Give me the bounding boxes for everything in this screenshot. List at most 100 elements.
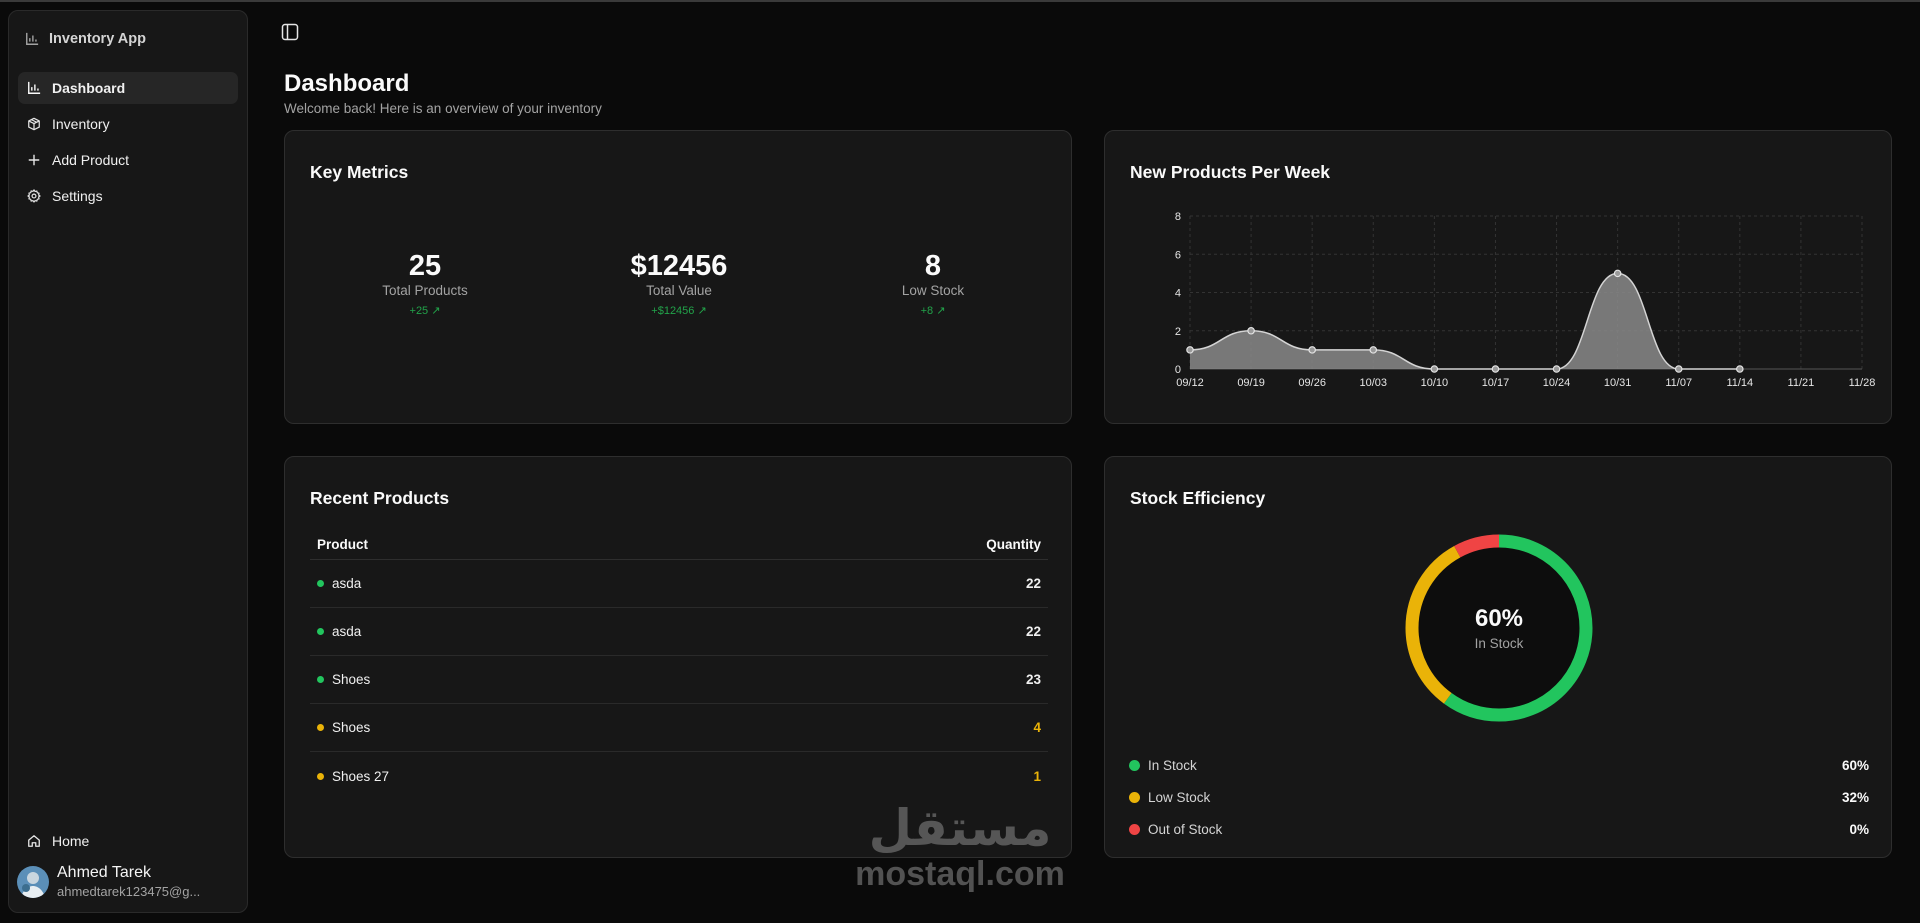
status-dot [317,676,324,683]
table-header: Product Quantity [310,530,1048,560]
watermark-latin: mostaql.com [855,855,1065,893]
x-tick-label: 09/12 [1176,377,1204,389]
data-point [1491,365,1500,373]
y-tick-label: 6 [1175,249,1181,261]
metric-label: Low Stock [901,283,965,298]
y-tick-label: 8 [1175,211,1181,223]
sidebar-item-home[interactable]: Home [18,825,238,857]
status-dot [317,628,324,635]
trend-up-icon: ↗ [697,305,707,317]
table-row[interactable]: asda 22 [310,608,1048,656]
card-title: Key Metrics [310,162,409,182]
gear-icon [27,189,41,203]
metric-total-value: $12456 Total Value +$12456 ↗ [579,249,779,317]
legend-value: 0% [1849,821,1869,837]
sidebar-item-inventory[interactable]: Inventory [18,108,238,140]
sidebar-item-label: Home [52,833,90,849]
x-tick-label: 10/10 [1421,377,1449,389]
y-tick-label: 2 [1175,326,1181,338]
x-tick-label: 10/17 [1482,377,1510,389]
sidebar-item-label: Inventory [52,116,110,132]
legend-value: 32% [1841,789,1869,805]
sidebar: Inventory App Dashboard Inventory Add Pr… [8,10,248,913]
data-point [1186,346,1194,354]
metric-low-stock: 8 Low Stock +8 ↗ [833,249,1033,317]
x-tick-label: 11/21 [1788,377,1815,389]
product-quantity: 22 [1025,576,1041,591]
status-dot [317,772,324,780]
product-name: Shoes [332,672,371,687]
trend-up-icon: ↗ [431,305,441,317]
app-name: Inventory App [49,31,146,47]
sidebar-item-settings[interactable]: Settings [18,180,238,212]
x-tick-label: 10/24 [1543,377,1571,389]
sidebar-item-dashboard[interactable]: Dashboard [18,72,238,104]
data-point [1674,365,1683,373]
table-row[interactable]: Shoes 23 [310,656,1048,704]
sidebar-item-add-product[interactable]: Add Product [18,144,238,176]
x-tick-label: 11/14 [1726,377,1753,389]
user-email: ahmedtarek123475@g... [57,884,201,899]
x-tick-label: 11/28 [1849,377,1876,389]
data-point [1247,326,1255,335]
sidebar-item-label: Dashboard [52,80,126,96]
legend-dot [1129,791,1140,803]
column-header-quantity: Quantity [986,537,1041,552]
metric-value: 8 [924,250,942,282]
product-name: Shoes [332,720,371,735]
metric-value: $12456 [630,250,728,282]
home-icon [28,835,40,847]
data-point [1308,346,1316,354]
x-tick-label: 09/19 [1237,377,1265,389]
donut-center-label: In Stock [1474,636,1524,651]
sidebar-item-label: Add Product [52,152,130,168]
card-title: Stock Efficiency [1130,488,1266,508]
user-profile[interactable]: Ahmed Tarek ahmedtarek123475@g... [17,863,243,901]
new-products-area-chart[interactable]: 0 2 4 6 8 09/12 09/19 09/26 10/03 10/10 10/17 10/24… [1105,131,1893,425]
sidebar-nav: Dashboard Inventory Add Product Settings [18,72,238,216]
y-tick-label: 0 [1175,364,1181,376]
metric-label: Total Value [646,283,712,298]
product-quantity: 22 [1025,624,1041,639]
x-tick-label: 10/03 [1360,377,1388,389]
data-point [1430,365,1439,373]
legend-item-low-stock: Low Stock 32% [1129,781,1869,813]
product-name: asda [332,624,362,639]
series-area [1190,273,1740,369]
stock-efficiency-card: Stock Efficiency 60% In Stock In Stock 6… [1104,456,1892,858]
bar-chart-icon [26,32,39,45]
x-tick-label: 11/07 [1665,377,1692,389]
user-name: Ahmed Tarek [57,864,151,881]
donut-center: 60% In Stock [1401,530,1597,726]
donut-center-value: 60% [1474,605,1524,632]
trend-up-icon: ↗ [936,305,946,317]
sidebar-toggle-icon [281,23,299,41]
legend-dot [1129,823,1140,835]
recent-products-card: Recent Products Product Quantity asda 22… [284,456,1072,858]
metric-change: +8 ↗ [920,305,946,317]
key-metrics-card: Key Metrics 25 Total Products +25 ↗ $124… [284,130,1072,424]
app-brand[interactable]: Inventory App [25,27,146,51]
avatar [17,866,49,898]
legend-label: Low Stock [1148,789,1211,805]
product-quantity: 1 [1033,768,1041,784]
sidebar-toggle-button[interactable] [278,20,302,44]
window-top-border [0,0,1920,2]
new-products-chart-card: New Products Per Week 0 2 4 6 8 09/12 09/19 09/… [1104,130,1892,424]
product-name: Shoes 27 [332,768,390,784]
data-point [1552,365,1561,373]
data-point [1613,269,1622,278]
legend-value: 60% [1841,757,1869,773]
metric-value: 25 [408,250,442,282]
metric-total-products: 25 Total Products +25 ↗ [325,249,525,317]
plus-icon [28,154,40,166]
metric-label: Total Products [382,283,468,298]
card-title: Recent Products [310,488,450,508]
legend-label: Out of Stock [1148,821,1223,837]
table-row[interactable]: asda 22 [310,560,1048,608]
page-subtitle: Welcome back! Here is an overview of you… [284,101,602,116]
efficiency-legend: In Stock 60% Low Stock 32% Out of Stock … [1129,749,1869,845]
sidebar-item-label: Settings [52,188,103,204]
table-row[interactable]: Shoes 27 1 [310,752,1048,800]
table-row[interactable]: Shoes 4 [310,704,1048,752]
